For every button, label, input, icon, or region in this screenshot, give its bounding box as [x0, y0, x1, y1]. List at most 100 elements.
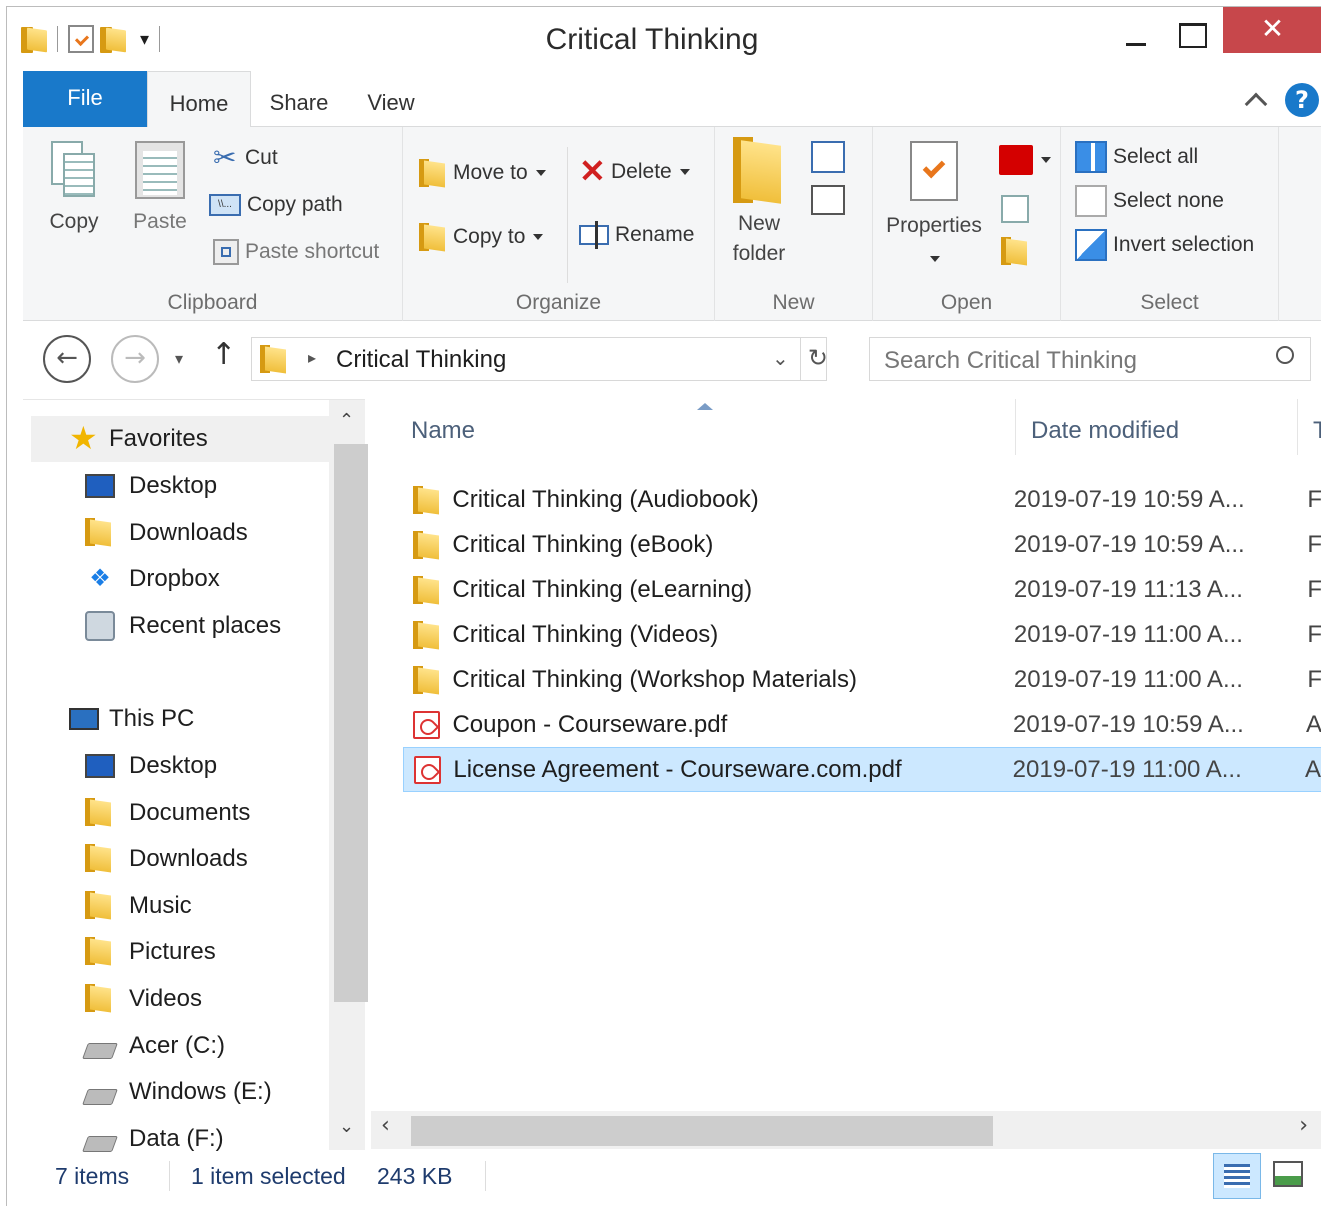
forward-button[interactable]: → [111, 335, 159, 383]
navigation-bar: ← → ▾ ↑ ▸ Critical Thinking ⌄ ↻ Search C… [23, 321, 1321, 399]
rename-label: Rename [615, 223, 695, 246]
easy-access-icon[interactable] [811, 185, 845, 215]
file-date: 2019-07-19 11:00 A... [1013, 620, 1243, 648]
select-all-button[interactable]: Select all [1075, 141, 1198, 173]
large-icons-view-icon[interactable] [1273, 1161, 1303, 1187]
paste-shortcut-label: Paste shortcut [245, 240, 380, 263]
file-list: Name Date modified T Critical Thinking (… [371, 399, 1321, 1149]
nav-this-pc-item-label: Windows (E:) [129, 1078, 272, 1106]
file-row[interactable]: Coupon - Courseware.pdf 2019-07-19 10:59 … [403, 702, 1321, 747]
new-group-label: New [772, 291, 815, 314]
nav-this-pc-item[interactable]: Windows (E:) [82, 1069, 272, 1115]
file-name: Critical Thinking (Workshop Materials) [452, 665, 857, 693]
scrollbar-thumb[interactable] [334, 444, 368, 1002]
column-divider[interactable] [1015, 399, 1016, 455]
address-dropdown-icon[interactable]: ⌄ [772, 346, 789, 370]
file-row[interactable]: Critical Thinking (Videos) 2019-07-19 11:… [403, 612, 1321, 657]
separator [485, 1161, 486, 1191]
nav-favorites-item[interactable]: Downloads [85, 510, 248, 556]
file-row[interactable]: Critical Thinking (Audiobook) 2019-07-19 … [403, 477, 1321, 522]
search-icon [1276, 346, 1294, 364]
copy-button[interactable]: Copy [39, 141, 109, 237]
nav-this-pc-item[interactable]: Music [85, 883, 192, 929]
minimize-button[interactable] [1112, 15, 1156, 55]
tab-file[interactable]: File [23, 71, 147, 127]
select-none-button[interactable]: Select none [1075, 185, 1224, 217]
file-list-scrollbar[interactable]: ‹ › [371, 1111, 1321, 1149]
paste-shortcut-button[interactable]: Paste shortcut [213, 239, 379, 265]
nav-this-pc-item[interactable]: Acer (C:) [82, 1023, 225, 1069]
column-header-type[interactable]: T [1313, 417, 1321, 445]
tab-home[interactable]: Home [147, 71, 251, 128]
open-pdf-icon[interactable] [999, 145, 1033, 175]
close-button[interactable]: ✕ [1223, 7, 1321, 53]
nav-favorites-item[interactable]: Desktop [85, 463, 217, 509]
scroll-down-icon[interactable]: ⌄ [339, 1116, 354, 1137]
new-folder-button[interactable]: New folder [729, 137, 789, 269]
nav-this-pc[interactable]: This PC [69, 696, 194, 742]
refresh-icon[interactable]: ↻ [800, 338, 828, 380]
up-arrow-icon[interactable]: ↑ [211, 337, 236, 372]
nav-this-pc-item[interactable]: Documents [85, 790, 250, 836]
invert-selection-button[interactable]: Invert selection [1075, 229, 1254, 261]
selection-count: 1 item selected [191, 1163, 346, 1189]
cut-button[interactable]: ✂ Cut [213, 144, 278, 172]
breadcrumb-chevron-icon[interactable]: ▸ [308, 348, 316, 367]
search-input[interactable]: Search Critical Thinking [869, 337, 1311, 381]
copy-path-button[interactable]: \\... Copy path [209, 193, 343, 217]
move-to-button[interactable]: Move to [419, 159, 546, 187]
nav-this-pc-item-label: Pictures [129, 938, 216, 966]
minimize-ribbon-icon[interactable] [1243, 87, 1267, 111]
file-date: 2019-07-19 11:00 A... [1012, 755, 1242, 783]
nav-favorites-item[interactable]: ❖ Dropbox [85, 556, 219, 602]
nav-favorites[interactable]: ★ Favorites [31, 416, 329, 462]
new-group: New folder New [715, 127, 873, 321]
file-type: A [1304, 755, 1321, 783]
file-row[interactable]: Critical Thinking (eBook) 2019-07-19 10:5… [403, 522, 1321, 567]
select-none-label: Select none [1113, 189, 1224, 212]
file-name: Critical Thinking (eBook) [452, 530, 714, 558]
nav-this-pc-item[interactable]: Pictures [85, 929, 216, 975]
nav-pane-scrollbar[interactable]: ⌃ ⌄ [329, 400, 368, 1150]
folder-icon [413, 485, 440, 514]
scroll-right-icon[interactable]: › [1299, 1113, 1308, 1138]
back-button[interactable]: ← [43, 335, 91, 383]
recent-locations-icon[interactable]: ▾ [175, 349, 183, 368]
scroll-left-icon[interactable]: ‹ [381, 1113, 390, 1138]
scroll-up-icon[interactable]: ⌃ [339, 410, 354, 431]
tab-view[interactable]: View [345, 71, 437, 128]
nav-this-pc-item[interactable]: Desktop [85, 743, 217, 789]
title-bar: ▾ Critical Thinking ✕ [7, 7, 1321, 71]
dropbox-icon: ❖ [89, 565, 111, 593]
nav-this-pc-item[interactable]: Downloads [85, 836, 248, 882]
column-header-name[interactable]: Name [411, 417, 475, 445]
address-bar[interactable]: ▸ Critical Thinking ⌄ ↻ [251, 337, 828, 381]
properties-button[interactable]: Properties [879, 141, 989, 271]
column-header-date[interactable]: Date modified [1031, 417, 1179, 445]
help-icon[interactable]: ? [1285, 83, 1319, 117]
column-divider[interactable] [1297, 399, 1298, 455]
file-row[interactable]: Critical Thinking (Workshop Materials) 20… [403, 657, 1321, 702]
scrollbar-thumb[interactable] [411, 1116, 993, 1146]
nav-favorites-item[interactable]: Recent places [85, 603, 281, 649]
maximize-button[interactable] [1169, 15, 1213, 55]
details-view-icon[interactable] [1213, 1153, 1261, 1199]
nav-this-pc-item[interactable]: Videos [85, 976, 202, 1022]
navigation-pane: ★ Favorites Desktop Downloads ❖ Dropbox Rece… [23, 399, 368, 1152]
rename-button[interactable]: Rename [579, 221, 695, 249]
edit-icon[interactable] [1001, 195, 1029, 223]
breadcrumb-path[interactable]: Critical Thinking [336, 346, 506, 374]
copy-to-button[interactable]: Copy to [419, 223, 544, 251]
tab-share[interactable]: Share [253, 71, 345, 128]
file-row[interactable]: License Agreement - Courseware.com.pdf 20… [403, 747, 1321, 792]
history-icon[interactable] [1001, 237, 1029, 265]
delete-button[interactable]: ✕ Delete [579, 155, 690, 187]
file-name: Coupon - Courseware.pdf [452, 710, 728, 738]
new-item-icon[interactable] [811, 141, 845, 173]
file-date: 2019-07-19 10:59 A... [1013, 530, 1245, 558]
file-name: License Agreement - Courseware.com.pdf [453, 755, 902, 783]
paste-button[interactable]: Paste [127, 141, 193, 237]
file-date: 2019-07-19 11:13 A... [1013, 575, 1243, 603]
file-row[interactable]: Critical Thinking (eLearning) 2019-07-19 … [403, 567, 1321, 612]
nav-this-pc-item-label: Desktop [129, 752, 218, 779]
